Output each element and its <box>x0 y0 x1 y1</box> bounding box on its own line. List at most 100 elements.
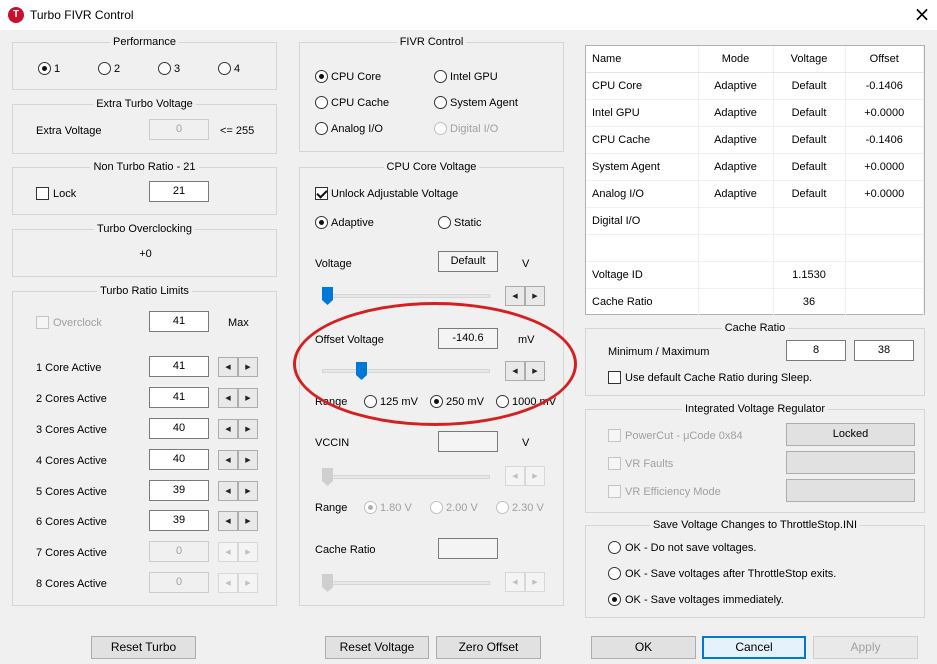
cache-ratio-field[interactable] <box>438 538 498 559</box>
arrow-right-icon[interactable]: ▶ <box>238 419 258 439</box>
arrow-right-icon[interactable]: ▶ <box>238 450 258 470</box>
core-6-field[interactable]: 39 <box>149 510 209 531</box>
non-turbo-field[interactable]: 21 <box>149 181 209 202</box>
vccin-slider-thumb[interactable] <box>322 468 333 486</box>
cache-spinner[interactable]: ◀ ▶ <box>505 572 545 592</box>
cell: Default <box>773 180 846 208</box>
arrow-left-icon[interactable]: ◀ <box>218 450 238 470</box>
arrow-right-icon[interactable]: ▶ <box>525 286 545 306</box>
range2-radio-180[interactable] <box>364 501 377 514</box>
cache-slider-thumb[interactable] <box>322 574 333 592</box>
vccin-spinner[interactable]: ◀ ▶ <box>505 466 545 486</box>
cancel-button[interactable]: Cancel <box>702 636 806 659</box>
core-3-field[interactable]: 40 <box>149 418 209 439</box>
core-4-field[interactable]: 40 <box>149 449 209 470</box>
arrow-left-icon[interactable]: ◀ <box>218 388 238 408</box>
adaptive-radio[interactable] <box>315 216 328 229</box>
performance-radio-2[interactable] <box>98 62 111 75</box>
voltage-slider-thumb[interactable] <box>322 287 333 305</box>
performance-label-1: 1 <box>54 63 61 75</box>
cell: Adaptive <box>698 153 774 181</box>
core-4-spinner[interactable]: ◀ ▶ <box>218 450 258 470</box>
cell <box>773 207 846 235</box>
reset-turbo-button[interactable]: Reset Turbo <box>91 636 196 659</box>
performance-radio-3[interactable] <box>158 62 171 75</box>
core-6-label: 6 Cores Active <box>36 516 107 528</box>
arrow-right-icon[interactable]: ▶ <box>238 388 258 408</box>
ok-button[interactable]: OK <box>591 636 696 659</box>
vccin-field[interactable] <box>438 431 498 452</box>
voltage-field[interactable]: Default <box>438 251 498 272</box>
range2-radio-200[interactable] <box>430 501 443 514</box>
sleep-cache-checkbox[interactable] <box>608 371 621 384</box>
arrow-right-icon[interactable]: ▶ <box>238 542 258 562</box>
fivr-radio-digital-io[interactable] <box>434 122 447 135</box>
static-radio[interactable] <box>438 216 451 229</box>
save-radio-exit[interactable] <box>608 567 621 580</box>
cache-min-field[interactable]: 8 <box>786 340 846 361</box>
vr-faults-button[interactable] <box>786 451 915 474</box>
core-3-spinner[interactable]: ◀ ▶ <box>218 419 258 439</box>
apply-button[interactable]: Apply <box>813 636 918 659</box>
core-1-spinner[interactable]: ◀ ▶ <box>218 357 258 377</box>
fivr-radio-cpu-cache[interactable] <box>315 96 328 109</box>
cache-max-field[interactable]: 38 <box>854 340 914 361</box>
range2-radio-230[interactable] <box>496 501 509 514</box>
arrow-right-icon[interactable]: ▶ <box>238 481 258 501</box>
performance-radio-4[interactable] <box>218 62 231 75</box>
arrow-left-icon[interactable]: ◀ <box>505 466 525 486</box>
reset-voltage-button[interactable]: Reset Voltage <box>325 636 429 659</box>
cell <box>698 207 774 235</box>
fivr-radio-analog-io[interactable] <box>315 122 328 135</box>
locked-button[interactable]: Locked <box>786 423 915 446</box>
arrow-left-icon[interactable]: ◀ <box>218 542 238 562</box>
core-6-spinner[interactable]: ◀ ▶ <box>218 511 258 531</box>
save-radio-no[interactable] <box>608 541 621 554</box>
zero-offset-button[interactable]: Zero Offset <box>436 636 541 659</box>
voltage-slider-track[interactable] <box>322 294 490 298</box>
arrow-right-icon[interactable]: ▶ <box>238 511 258 531</box>
save-radio-immediately[interactable] <box>608 593 621 606</box>
vccin-slider-track[interactable] <box>322 475 490 479</box>
core-8-field[interactable]: 0 <box>149 572 209 593</box>
core-5-spinner[interactable]: ◀ ▶ <box>218 481 258 501</box>
vr-efficiency-checkbox[interactable] <box>608 485 621 498</box>
arrow-left-icon[interactable]: ◀ <box>218 357 238 377</box>
core-8-spinner[interactable]: ◀ ▶ <box>218 573 258 593</box>
arrow-left-icon[interactable]: ◀ <box>218 481 238 501</box>
fivr-radio-intel-gpu[interactable] <box>434 70 447 83</box>
core-2-spinner[interactable]: ◀ ▶ <box>218 388 258 408</box>
core-7-spinner[interactable]: ◀ ▶ <box>218 542 258 562</box>
arrow-left-icon[interactable]: ◀ <box>505 286 525 306</box>
lock-checkbox[interactable] <box>36 187 49 200</box>
arrow-right-icon[interactable]: ▶ <box>525 466 545 486</box>
core-2-field[interactable]: 41 <box>149 387 209 408</box>
arrow-right-icon[interactable]: ▶ <box>525 572 545 592</box>
core-7-field[interactable]: 0 <box>149 541 209 562</box>
cache-slider-track[interactable] <box>322 581 490 585</box>
arrow-left-icon[interactable]: ◀ <box>218 573 238 593</box>
vr-efficiency-button[interactable] <box>786 479 915 502</box>
voltage-spinner[interactable]: ◀ ▶ <box>505 286 545 306</box>
arrow-right-icon[interactable]: ▶ <box>238 357 258 377</box>
arrow-left-icon[interactable]: ◀ <box>218 511 238 531</box>
table-row: Intel GPU Adaptive Default +0.0000 <box>586 99 924 127</box>
extra-voltage-field[interactable]: 0 <box>149 119 209 140</box>
fivr-radio-system-agent[interactable] <box>434 96 447 109</box>
cell: Cache Ratio <box>586 288 699 316</box>
vr-faults-checkbox[interactable] <box>608 457 621 470</box>
arrow-left-icon[interactable]: ◀ <box>505 572 525 592</box>
core-1-field[interactable]: 41 <box>149 356 209 377</box>
powercut-checkbox[interactable] <box>608 429 621 442</box>
range2-label: Range <box>315 502 348 514</box>
arrow-left-icon[interactable]: ◀ <box>218 419 238 439</box>
close-icon[interactable]: × <box>908 3 936 27</box>
overclock-field[interactable]: 41 <box>149 311 209 332</box>
fivr-radio-cpu-core[interactable] <box>315 70 328 83</box>
core-5-label: 5 Cores Active <box>36 486 107 498</box>
arrow-right-icon[interactable]: ▶ <box>238 573 258 593</box>
unlock-voltage-checkbox[interactable] <box>315 187 328 200</box>
core-5-field[interactable]: 39 <box>149 480 209 501</box>
performance-radio-1[interactable] <box>38 62 51 75</box>
overclock-checkbox[interactable] <box>36 316 49 329</box>
